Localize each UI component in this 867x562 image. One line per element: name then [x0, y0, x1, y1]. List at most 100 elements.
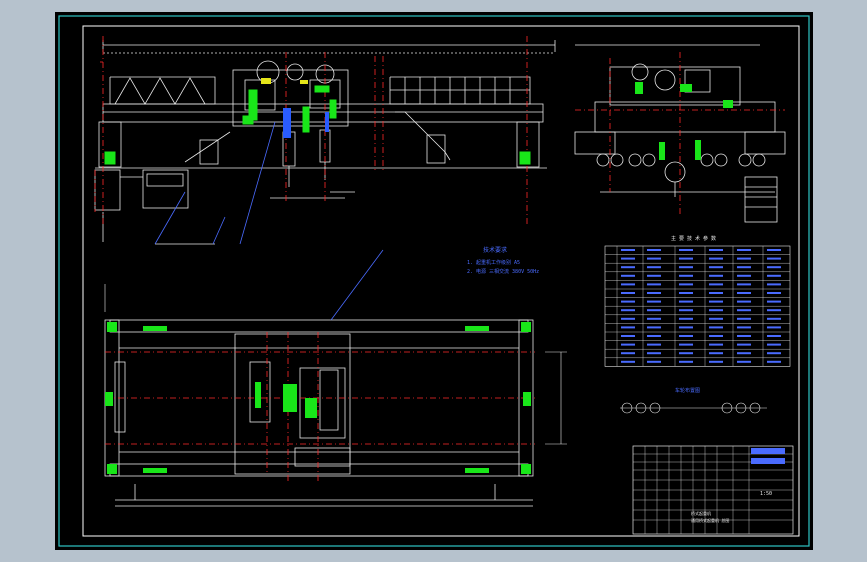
parameter-table-cell-text	[621, 274, 635, 277]
parameter-table-cell-text	[621, 343, 635, 346]
plan-view-leader	[330, 249, 384, 321]
parameter-table-cell-text	[679, 343, 693, 346]
parameter-table-cell-text	[621, 249, 635, 251]
parameter-table-cell-text	[621, 257, 635, 260]
parameter-table-cell-text	[737, 335, 751, 337]
parameter-table-cell-text	[709, 352, 723, 355]
parameter-table-title: 主 要 技 术 参 数	[671, 235, 716, 242]
parameter-table-cell-text	[621, 326, 635, 329]
parameter-table-cell-text	[647, 317, 661, 320]
parameter-table-cell-text	[737, 317, 751, 320]
parameter-table-cell-text	[709, 292, 723, 294]
front-view-components	[104, 85, 531, 165]
parameter-table-cell-text	[647, 360, 661, 363]
parameter-table-cell-text	[767, 266, 781, 269]
parameter-table-cell-text	[709, 360, 723, 363]
parameter-table-cell-text	[621, 317, 635, 320]
inner-border	[82, 25, 800, 537]
parameter-table-cell-text	[709, 309, 723, 312]
parameter-table-cell-text	[679, 300, 693, 303]
parameter-table-cell-text	[679, 274, 693, 277]
parameter-table-cell-text	[679, 257, 693, 260]
parameter-table-cell-text	[679, 317, 693, 320]
notes-line-1: 1. 起重机工作级别 A5	[467, 259, 520, 266]
parameter-table-cell-text	[737, 343, 751, 346]
parameter-table-cell-text	[647, 257, 661, 260]
plan-view-dimension	[104, 284, 567, 445]
notes-line-2: 2. 电源 三相交流 380V 50Hz	[467, 268, 539, 275]
parameter-table-cell-text	[621, 335, 635, 337]
parameter-table-cell-text	[647, 343, 661, 346]
parameter-table-cell-text	[767, 326, 781, 329]
parameter-table-cell-text	[679, 283, 693, 286]
parameter-table-cell-text	[679, 292, 693, 294]
wheel-layout-diagram: 车轮布置图	[620, 387, 767, 414]
parameter-table-cell-text	[621, 300, 635, 303]
parameter-table-cell-text	[709, 335, 723, 337]
parameter-table-cell-text	[737, 249, 751, 251]
parameter-table-cell-text	[647, 292, 661, 294]
cad-drawing: 技术要求 1. 起重机工作级别 A5 2. 电源 三相交流 380V 50Hz …	[58, 15, 810, 547]
parameter-table: 主 要 技 术 参 数	[604, 235, 791, 367]
parameter-table-cell-text	[767, 292, 781, 294]
parameter-table-cell-text	[709, 266, 723, 269]
parameter-table-cell-text	[679, 326, 693, 329]
parameter-table-cell-text	[737, 300, 751, 303]
title-block-sheet: 1:50	[760, 491, 772, 497]
parameter-table-cell-text	[767, 335, 781, 337]
title-block-name: 桥式起重机	[691, 510, 711, 516]
parameter-table-cell-text	[621, 292, 635, 294]
parameter-table-cell-text	[767, 309, 781, 312]
parameter-table-cell-text	[767, 257, 781, 260]
parameter-table-cell-text	[737, 360, 751, 363]
parameter-table-cell-text	[647, 335, 661, 337]
parameter-table-cell-text	[709, 326, 723, 329]
parameter-table-cell-text	[679, 352, 693, 355]
title-block: 桥式起重机 通用桥式起重机 总图 1:50	[632, 445, 794, 535]
parameter-table-cell-text	[679, 266, 693, 269]
parameter-table-cell-text	[647, 326, 661, 329]
parameter-table-cell-text	[709, 249, 723, 251]
parameter-table-cell-text	[737, 283, 751, 286]
notes-heading: 技术要求	[483, 246, 507, 254]
parameter-table-cell-text	[621, 352, 635, 355]
parameter-table-cell-text	[709, 257, 723, 260]
parameter-table-cell-text	[767, 317, 781, 320]
parameter-table-cell-text	[767, 283, 781, 286]
parameter-table-cell-text	[737, 326, 751, 329]
parameter-table-cell-text	[647, 249, 661, 251]
parameter-table-cell-text	[709, 274, 723, 277]
plan-view	[104, 319, 534, 507]
parameter-table-cell-text	[647, 266, 661, 269]
title-block-fill	[751, 458, 785, 464]
front-view-yellow	[261, 78, 308, 84]
parameter-table-cell-text	[709, 343, 723, 346]
parameter-table-cell-text	[647, 309, 661, 312]
parameter-table-cell-text	[737, 352, 751, 355]
parameter-table-cell-text	[647, 300, 661, 303]
parameter-table-cell-text	[767, 249, 781, 251]
parameter-table-cell-text	[621, 266, 635, 269]
parameter-table-cell-text	[767, 300, 781, 303]
parameter-table-cell-text	[737, 274, 751, 277]
parameter-table-cell-text	[679, 360, 693, 363]
parameter-table-cell-text	[767, 352, 781, 355]
parameter-table-cell-text	[647, 352, 661, 355]
parameter-table-cell-text	[737, 309, 751, 312]
outer-border	[58, 15, 810, 547]
parameter-table-cell-text	[647, 283, 661, 286]
title-block-fill	[751, 448, 785, 454]
parameter-table-cell-text	[709, 283, 723, 286]
drawing-viewport[interactable]: 技术要求 1. 起重机工作级别 A5 2. 电源 三相交流 380V 50Hz …	[55, 12, 813, 550]
parameter-table-cell-text	[737, 257, 751, 260]
parameter-table-cell-text	[647, 274, 661, 277]
parameter-table-cell-text	[737, 292, 751, 294]
parameter-table-cell-text	[679, 335, 693, 337]
parameter-table-cell-text	[709, 300, 723, 303]
parameter-table-cell-text	[709, 317, 723, 320]
parameter-table-cell-text	[621, 309, 635, 312]
parameter-table-cell-text	[621, 283, 635, 286]
parameter-table-cell-text	[767, 274, 781, 277]
side-view-components	[635, 82, 733, 160]
parameter-table-cell-text	[767, 343, 781, 346]
